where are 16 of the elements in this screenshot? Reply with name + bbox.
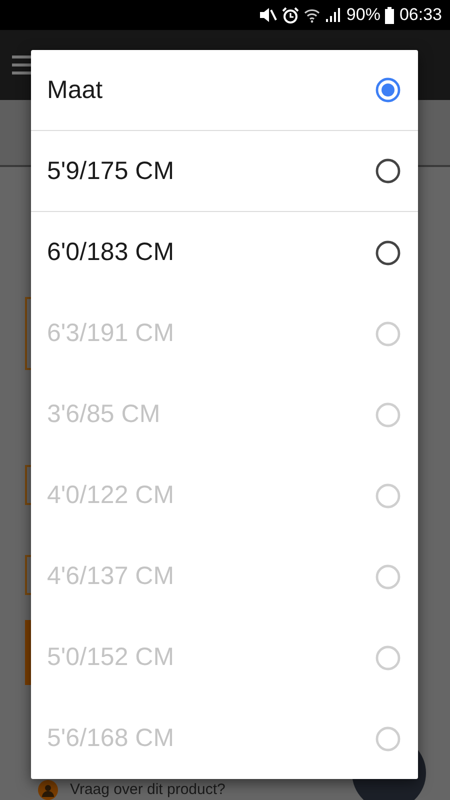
menu-icon[interactable] (12, 54, 34, 76)
alarm-icon (282, 6, 300, 24)
radio-button[interactable] (374, 76, 402, 104)
radio-button[interactable] (374, 238, 402, 266)
question-link[interactable]: Vraag over dit product? (70, 781, 226, 798)
signal-icon (325, 7, 342, 23)
wifi-icon (304, 7, 320, 23)
option-row[interactable]: 5'9/175 CM (31, 131, 418, 212)
radio-button[interactable] (374, 157, 402, 185)
battery-icon (385, 6, 394, 24)
option-row[interactable]: Maat (31, 50, 418, 131)
mute-icon (259, 7, 278, 23)
option-row[interactable]: 6'0/183 CM (31, 212, 418, 293)
battery-level: 90% (346, 5, 380, 25)
clock-time: 06:33 (399, 5, 442, 25)
person-icon (38, 780, 58, 800)
